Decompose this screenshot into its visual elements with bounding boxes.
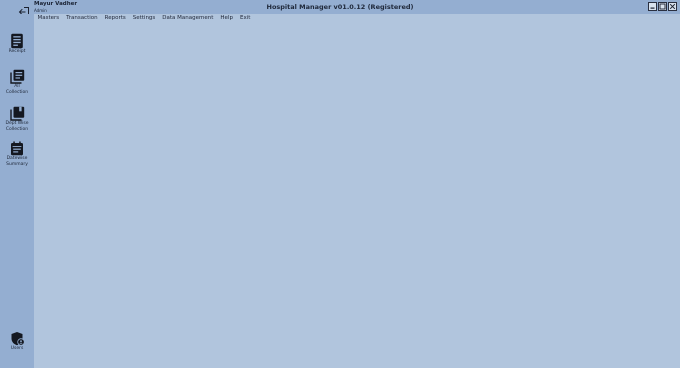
close-button[interactable] [668,2,677,11]
sidebar-item-label: Receipt [8,49,26,54]
menu-transaction[interactable]: Transaction [63,13,101,23]
user-settings-icon [11,332,25,346]
sidebar-item-label: All Collection [5,84,29,95]
sidebar-item-label: Datewise Summary [6,156,28,167]
menu-bar: Masters Transaction Reports Settings Dat… [34,13,254,23]
sidebar-item-users[interactable]: Users [0,331,34,352]
sidebar-item-receipt[interactable]: Receipt [0,33,34,55]
sidebar-item-label: Dept Wise Collection [5,121,29,132]
menu-masters[interactable]: Masters [34,13,63,23]
minimize-button[interactable] [648,2,657,11]
calendar-icon [11,141,23,156]
app-title: Hospital Manager v01.0.12 (Registered) [266,3,414,11]
main-workspace [34,24,680,368]
menu-help[interactable]: Help [217,13,237,23]
window-controls [648,2,677,11]
menu-settings[interactable]: Settings [129,13,159,23]
sidebar-item-datewise-summary[interactable]: Datewise Summary [0,141,34,167]
sidebar: Receipt All Collection Dept Wise Collect… [0,14,34,368]
sidebar-item-dept-wise-collection[interactable]: Dept Wise Collection [0,106,34,132]
receipt-icon [11,33,23,49]
sidebar-item-label: Users [10,346,24,351]
maximize-button[interactable] [658,2,667,11]
sidebar-item-all-collection[interactable]: All Collection [0,69,34,95]
menu-reports[interactable]: Reports [101,13,129,23]
menu-exit[interactable]: Exit [236,13,253,23]
menu-data-management[interactable]: Data Management [159,13,217,23]
stacked-documents-icon [9,106,24,121]
list-document-icon [9,69,24,84]
user-name: Mayur Vadher [34,1,78,7]
title-bar: Mayur Vadher Admin Hospital Manager v01.… [0,0,680,17]
